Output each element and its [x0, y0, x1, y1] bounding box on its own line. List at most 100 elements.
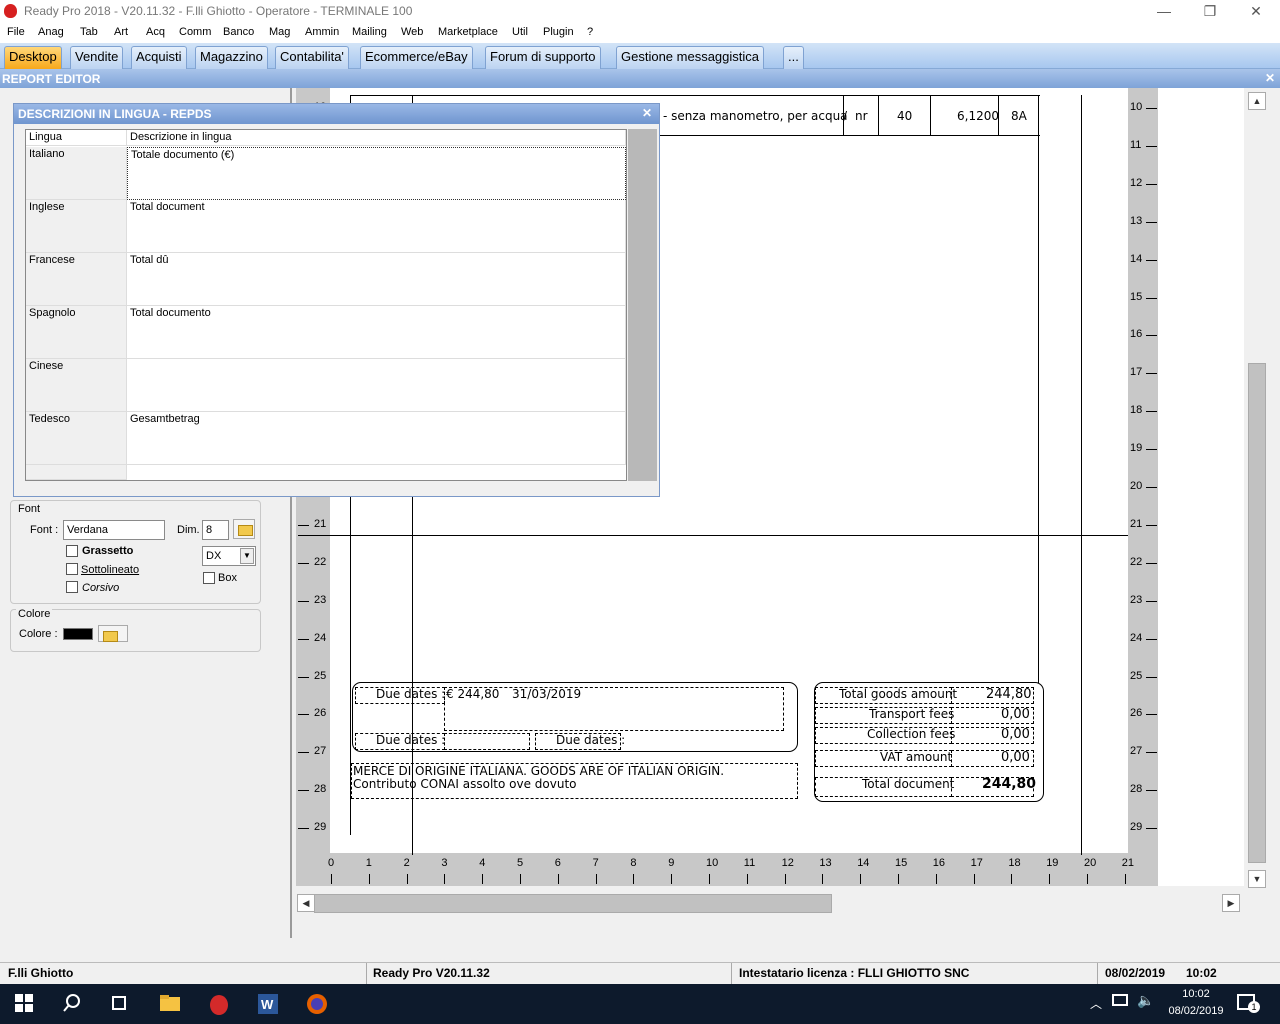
- taskbar-date[interactable]: 08/02/2019: [1163, 1005, 1229, 1017]
- due-dates-label[interactable]: Due dates :: [376, 687, 445, 701]
- row-desc[interactable]: [127, 359, 626, 412]
- row-vat[interactable]: 8A: [1011, 109, 1027, 123]
- ruler-h-label: 18: [1008, 857, 1021, 869]
- menu-file[interactable]: File: [7, 26, 25, 38]
- menu-help[interactable]: ?: [587, 26, 593, 38]
- collection-fees-value[interactable]: 0,00: [1001, 727, 1030, 742]
- total-document-value[interactable]: 244,80: [982, 776, 1036, 792]
- horizontal-scrollbar[interactable]: ◀ ▶: [296, 892, 1240, 914]
- scroll-left-button[interactable]: ◀: [297, 894, 315, 912]
- dim-input[interactable]: 8: [202, 520, 229, 540]
- tab-ecommerce[interactable]: Ecommerce/eBay: [360, 46, 473, 69]
- row-description[interactable]: - senza manometro, per acqua: [663, 109, 848, 123]
- taskbar-time[interactable]: 10:02: [1163, 988, 1229, 1000]
- search-icon[interactable]: [61, 992, 87, 1016]
- collection-fees-label[interactable]: Collection fees: [867, 727, 955, 741]
- font-input[interactable]: Verdana: [63, 520, 165, 540]
- color-swatch[interactable]: [63, 628, 93, 640]
- minimize-button[interactable]: —: [1141, 0, 1187, 22]
- scroll-down-button[interactable]: ▼: [1248, 870, 1266, 888]
- dialog-close-button[interactable]: ✕: [642, 106, 652, 120]
- tab-messaggistica[interactable]: Gestione messaggistica: [616, 46, 765, 69]
- word-icon[interactable]: W: [256, 992, 282, 1016]
- volume-icon[interactable]: 🔈: [1137, 992, 1154, 1009]
- conai-note[interactable]: Contributo CONAI assolto ove dovuto: [353, 777, 577, 791]
- bold-checkbox[interactable]: [66, 545, 78, 557]
- underline-checkbox[interactable]: [66, 563, 78, 575]
- total-goods-value[interactable]: 244,80: [986, 687, 1032, 702]
- ruler-h-label: 4: [479, 857, 486, 869]
- restore-button[interactable]: ❐: [1187, 0, 1233, 22]
- transport-fees-label[interactable]: Transport fees: [869, 707, 954, 721]
- menu-ammin[interactable]: Ammin: [305, 26, 339, 38]
- box-checkbox[interactable]: [203, 572, 215, 584]
- tab-desktop[interactable]: Desktop: [4, 46, 62, 69]
- align-select[interactable]: DX ▼: [202, 546, 256, 566]
- menu-mailing[interactable]: Mailing: [352, 26, 387, 38]
- ready-pro-icon[interactable]: [206, 992, 232, 1016]
- menu-anag[interactable]: Anag: [38, 26, 64, 38]
- tab-vendite[interactable]: Vendite: [70, 46, 124, 69]
- chevron-down-icon[interactable]: ▼: [240, 548, 254, 564]
- scroll-up-button[interactable]: ▲: [1248, 92, 1266, 110]
- ruler-tick: [368, 874, 370, 884]
- due-date[interactable]: 31/03/2019: [512, 687, 581, 701]
- col-header-descrizione[interactable]: Descrizione in lingua: [127, 130, 626, 146]
- ruler-h-label: 1: [365, 857, 372, 869]
- col-header-lingua[interactable]: Lingua: [26, 130, 127, 146]
- row-separator: /: [843, 109, 848, 123]
- tab-forum[interactable]: Forum di supporto: [485, 46, 601, 69]
- origin-note[interactable]: MERCE DI ORIGINE ITALIANA. GOODS ARE OF …: [353, 764, 724, 778]
- ruler-v-label-right: 11: [1130, 138, 1142, 151]
- menu-marketplace[interactable]: Marketplace: [438, 26, 498, 38]
- row-desc[interactable]: Gesamtbetrag: [127, 412, 626, 465]
- row-price[interactable]: 6,1200: [957, 109, 999, 123]
- firefox-icon[interactable]: [305, 992, 331, 1016]
- report-editor-close-button[interactable]: ✕: [1265, 71, 1275, 85]
- vertical-scrollbar[interactable]: ▲ ▼: [1246, 88, 1268, 888]
- ruler-v-label-right: 26: [1130, 707, 1143, 720]
- menu-comm[interactable]: Comm: [179, 26, 211, 38]
- due-dates-label-2[interactable]: Due dates :: [376, 733, 445, 747]
- menu-web[interactable]: Web: [401, 26, 423, 38]
- menu-plugin[interactable]: Plugin: [543, 26, 574, 38]
- language-grid: Lingua Descrizione in lingua Italiano To…: [25, 129, 627, 481]
- menu-banco[interactable]: Banco: [223, 26, 254, 38]
- row-desc[interactable]: Total documento: [127, 306, 626, 359]
- row-desc[interactable]: Totale documento (€): [127, 147, 626, 200]
- network-icon[interactable]: [1112, 994, 1128, 1006]
- tab-acquisti[interactable]: Acquisti: [131, 46, 187, 69]
- row-quantity[interactable]: 40: [897, 109, 912, 123]
- menu-util[interactable]: Util: [512, 26, 528, 38]
- notification-center-icon[interactable]: 1: [1237, 994, 1260, 1013]
- task-view-icon[interactable]: [108, 992, 134, 1016]
- color-folder-button[interactable]: [98, 625, 128, 642]
- transport-fees-value[interactable]: 0,00: [1001, 707, 1030, 722]
- scroll-right-button[interactable]: ▶: [1222, 894, 1240, 912]
- vat-amount-label[interactable]: VAT amount: [880, 750, 952, 764]
- menu-mag[interactable]: Mag: [269, 26, 290, 38]
- menu-tab[interactable]: Tab: [80, 26, 98, 38]
- tray-chevron-icon[interactable]: ︿: [1090, 995, 1102, 1012]
- row-unit[interactable]: nr: [855, 109, 868, 123]
- tab-contabilita[interactable]: Contabilita': [275, 46, 349, 69]
- total-document-label[interactable]: Total document: [862, 777, 954, 791]
- vertical-scroll-thumb[interactable]: [1248, 363, 1266, 863]
- vat-amount-value[interactable]: 0,00: [1001, 750, 1030, 765]
- horizontal-scroll-thumb[interactable]: [314, 894, 832, 913]
- menu-art[interactable]: Art: [114, 26, 128, 38]
- windows-start-icon[interactable]: [13, 992, 39, 1016]
- font-folder-button[interactable]: [233, 519, 255, 539]
- due-dates-label-3[interactable]: Due dates :: [556, 733, 625, 747]
- file-explorer-icon[interactable]: [158, 992, 184, 1016]
- menu-acq[interactable]: Acq: [146, 26, 165, 38]
- close-button[interactable]: ✕: [1233, 0, 1279, 22]
- row-desc[interactable]: Total document: [127, 200, 626, 253]
- tab-more[interactable]: ...: [783, 46, 804, 69]
- total-goods-label[interactable]: Total goods amount: [839, 687, 957, 701]
- row-desc[interactable]: Total dû: [127, 253, 626, 306]
- tab-magazzino[interactable]: Magazzino: [195, 46, 268, 69]
- italic-checkbox[interactable]: [66, 581, 78, 593]
- ruler-tick: [298, 676, 309, 678]
- due-amount[interactable]: € 244,80: [446, 687, 499, 701]
